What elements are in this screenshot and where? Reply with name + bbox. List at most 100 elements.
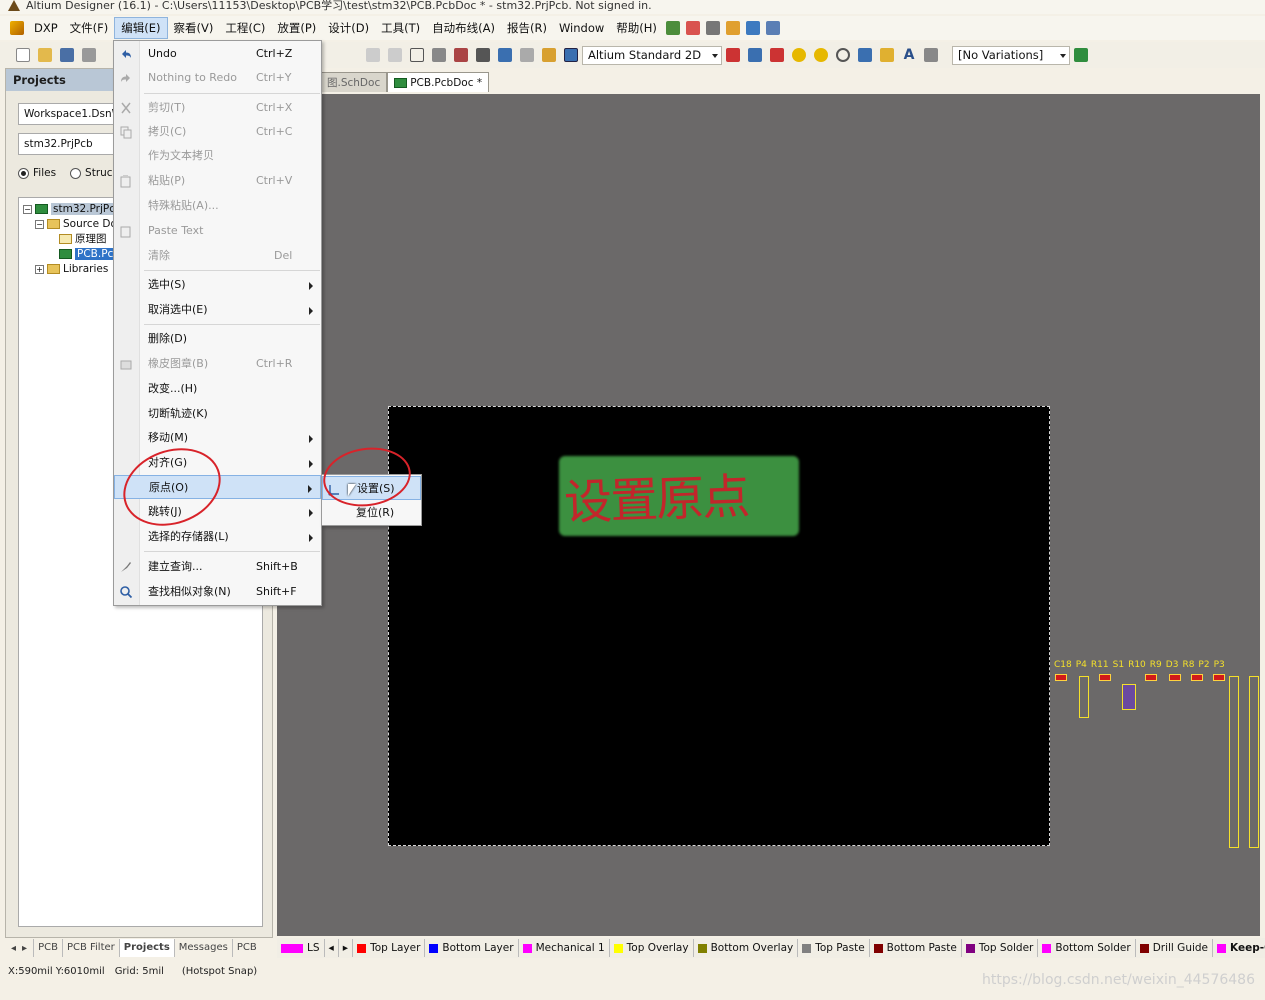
paste-icon[interactable]: [388, 48, 402, 62]
tab-pcb-filter[interactable]: PCB Filter: [61, 939, 119, 957]
menu-item-delete[interactable]: 删除(D): [114, 327, 321, 351]
layer-tab-keep-out[interactable]: Keep-Ou: [1213, 939, 1265, 957]
pcb-workspace[interactable]: 设置原点 C18 P4 R11 S1 R10 R9 D3 R8 P2 P3: [277, 94, 1260, 936]
tab-projects[interactable]: Projects: [118, 939, 174, 957]
cross-probe-icon[interactable]: [542, 48, 556, 62]
pad-icon[interactable]: [814, 48, 828, 62]
menu-file[interactable]: 文件(F): [64, 17, 115, 39]
menu-item-build-query[interactable]: 建立查询... Shift+B: [114, 555, 321, 579]
move-icon[interactable]: [432, 48, 446, 62]
radio-files[interactable]: Files: [18, 167, 56, 179]
smd-pad[interactable]: [1145, 674, 1157, 681]
menu-item-paste-special[interactable]: 特殊粘贴(A)...: [114, 194, 321, 218]
menu-project[interactable]: 工程(C): [219, 17, 271, 39]
smd-pad[interactable]: [1099, 674, 1111, 681]
menu-autoroute[interactable]: 自动布线(A): [426, 17, 501, 39]
undo-icon[interactable]: [498, 48, 512, 62]
interactive-route-icon[interactable]: [726, 48, 740, 62]
tab-messages[interactable]: Messages: [173, 939, 232, 957]
dimension-icon[interactable]: [725, 21, 740, 35]
via-icon[interactable]: [792, 48, 806, 62]
menu-item-select[interactable]: 选中(S): [114, 273, 321, 297]
layer-tab-drill-guide[interactable]: Drill Guide: [1136, 939, 1214, 957]
component-icon[interactable]: [924, 48, 938, 62]
header-footprint[interactable]: [1079, 676, 1089, 718]
align-icon[interactable]: [685, 21, 700, 35]
smd-pad[interactable]: [1055, 674, 1067, 681]
find-icon[interactable]: [705, 21, 720, 35]
menu-item-deselect[interactable]: 取消选中(E): [114, 298, 321, 322]
deselect-icon[interactable]: [454, 48, 468, 62]
expand-icon[interactable]: +: [35, 264, 44, 274]
arc-icon[interactable]: [836, 48, 850, 62]
smd-pad[interactable]: [1169, 674, 1181, 681]
string-icon[interactable]: A: [902, 48, 916, 62]
menu-item-redo[interactable]: Nothing to Redo Ctrl+Y: [114, 66, 321, 90]
layer-tab-top-layer[interactable]: Top Layer: [353, 939, 426, 957]
open-folder-icon[interactable]: [38, 48, 52, 62]
tab-schdoc[interactable]: 图.SchDoc: [320, 72, 388, 92]
layer-tab-bottom-paste[interactable]: Bottom Paste: [870, 939, 962, 957]
menu-item-clear[interactable]: 清除 Del: [114, 244, 321, 268]
variations-combo[interactable]: [No Variations]: [952, 45, 1070, 65]
clear-filter-icon[interactable]: [476, 48, 490, 62]
tab-pcb[interactable]: PCB: [33, 939, 62, 957]
tab-scroll-right-icon[interactable]: ▸: [22, 943, 27, 954]
menu-window[interactable]: Window: [553, 17, 610, 39]
polygon-icon[interactable]: [880, 48, 894, 62]
view-config-icon[interactable]: [564, 48, 578, 62]
fill-icon[interactable]: [858, 48, 872, 62]
menu-item-copy[interactable]: 拷贝(C) Ctrl+C: [114, 120, 321, 144]
header-footprint[interactable]: [1229, 676, 1239, 848]
tab-pcb-2[interactable]: PCB: [231, 939, 261, 957]
tab-pcbdoc[interactable]: PCB.PcbDoc *: [387, 72, 490, 92]
grid-icon[interactable]: [765, 21, 780, 35]
menu-item-paste[interactable]: 粘贴(P) Ctrl+V: [114, 169, 321, 193]
menu-place[interactable]: 放置(P): [271, 17, 322, 39]
smd-pad[interactable]: [1191, 674, 1203, 681]
layer-tab-bottom-solder[interactable]: Bottom Solder: [1038, 939, 1136, 957]
radio-structure[interactable]: Struc: [70, 167, 113, 179]
menu-tools[interactable]: 工具(T): [375, 17, 426, 39]
menu-item-selection-memory[interactable]: 选择的存储器(L): [114, 525, 321, 549]
redo-icon[interactable]: [520, 48, 534, 62]
menu-item-copy-as-text[interactable]: 作为文本拷贝: [114, 144, 321, 168]
menu-item-cut[interactable]: 剪切(T) Ctrl+X: [114, 96, 321, 120]
menu-item-find-similar[interactable]: 查找相似对象(N) Shift+F: [114, 580, 321, 604]
layer-tab-bottom-layer[interactable]: Bottom Layer: [425, 939, 519, 957]
save-icon[interactable]: [60, 48, 74, 62]
switch-footprint[interactable]: [1122, 684, 1136, 710]
header-footprint[interactable]: [1249, 676, 1259, 848]
print-icon[interactable]: [82, 48, 96, 62]
layer-set-button[interactable]: LS: [277, 939, 325, 957]
collapse-icon[interactable]: −: [23, 204, 32, 214]
route-icon[interactable]: [665, 21, 680, 35]
diff-pair-icon[interactable]: [748, 48, 762, 62]
layer-tab-mechanical-1[interactable]: Mechanical 1: [519, 939, 610, 957]
collapse-icon[interactable]: −: [35, 219, 44, 229]
menu-dxp[interactable]: DXP: [28, 17, 64, 39]
layer-tab-bottom-overlay[interactable]: Bottom Overlay: [694, 939, 799, 957]
layer-scroll-left-icon[interactable]: ◂: [325, 939, 339, 957]
smd-pad[interactable]: [1213, 674, 1225, 681]
new-file-icon[interactable]: [16, 48, 30, 62]
menu-view[interactable]: 察看(V): [168, 17, 220, 39]
menu-item-undo[interactable]: Undo Ctrl+Z: [114, 42, 321, 66]
room-icon[interactable]: [745, 21, 760, 35]
tab-scroll-left-icon[interactable]: ◂: [11, 943, 16, 954]
menu-design[interactable]: 设计(D): [322, 17, 375, 39]
menu-item-move[interactable]: 移动(M): [114, 426, 321, 450]
variant-manager-icon[interactable]: [1074, 48, 1088, 62]
menu-edit[interactable]: 编辑(E): [114, 17, 168, 39]
multi-route-icon[interactable]: [770, 48, 784, 62]
menu-item-change[interactable]: 改变...(H): [114, 377, 321, 401]
copy-icon[interactable]: [366, 48, 380, 62]
menu-item-paste-text[interactable]: Paste Text: [114, 219, 321, 243]
select-area-icon[interactable]: [410, 48, 424, 62]
menu-item-rubber-stamp[interactable]: 橡皮图章(B) Ctrl+R: [114, 352, 321, 376]
menu-reports[interactable]: 报告(R): [501, 17, 553, 39]
layer-tab-top-overlay[interactable]: Top Overlay: [610, 939, 694, 957]
layer-tab-top-solder[interactable]: Top Solder: [962, 939, 1039, 957]
menu-help[interactable]: 帮助(H): [610, 17, 663, 39]
layer-scroll-right-icon[interactable]: ▸: [339, 939, 354, 957]
